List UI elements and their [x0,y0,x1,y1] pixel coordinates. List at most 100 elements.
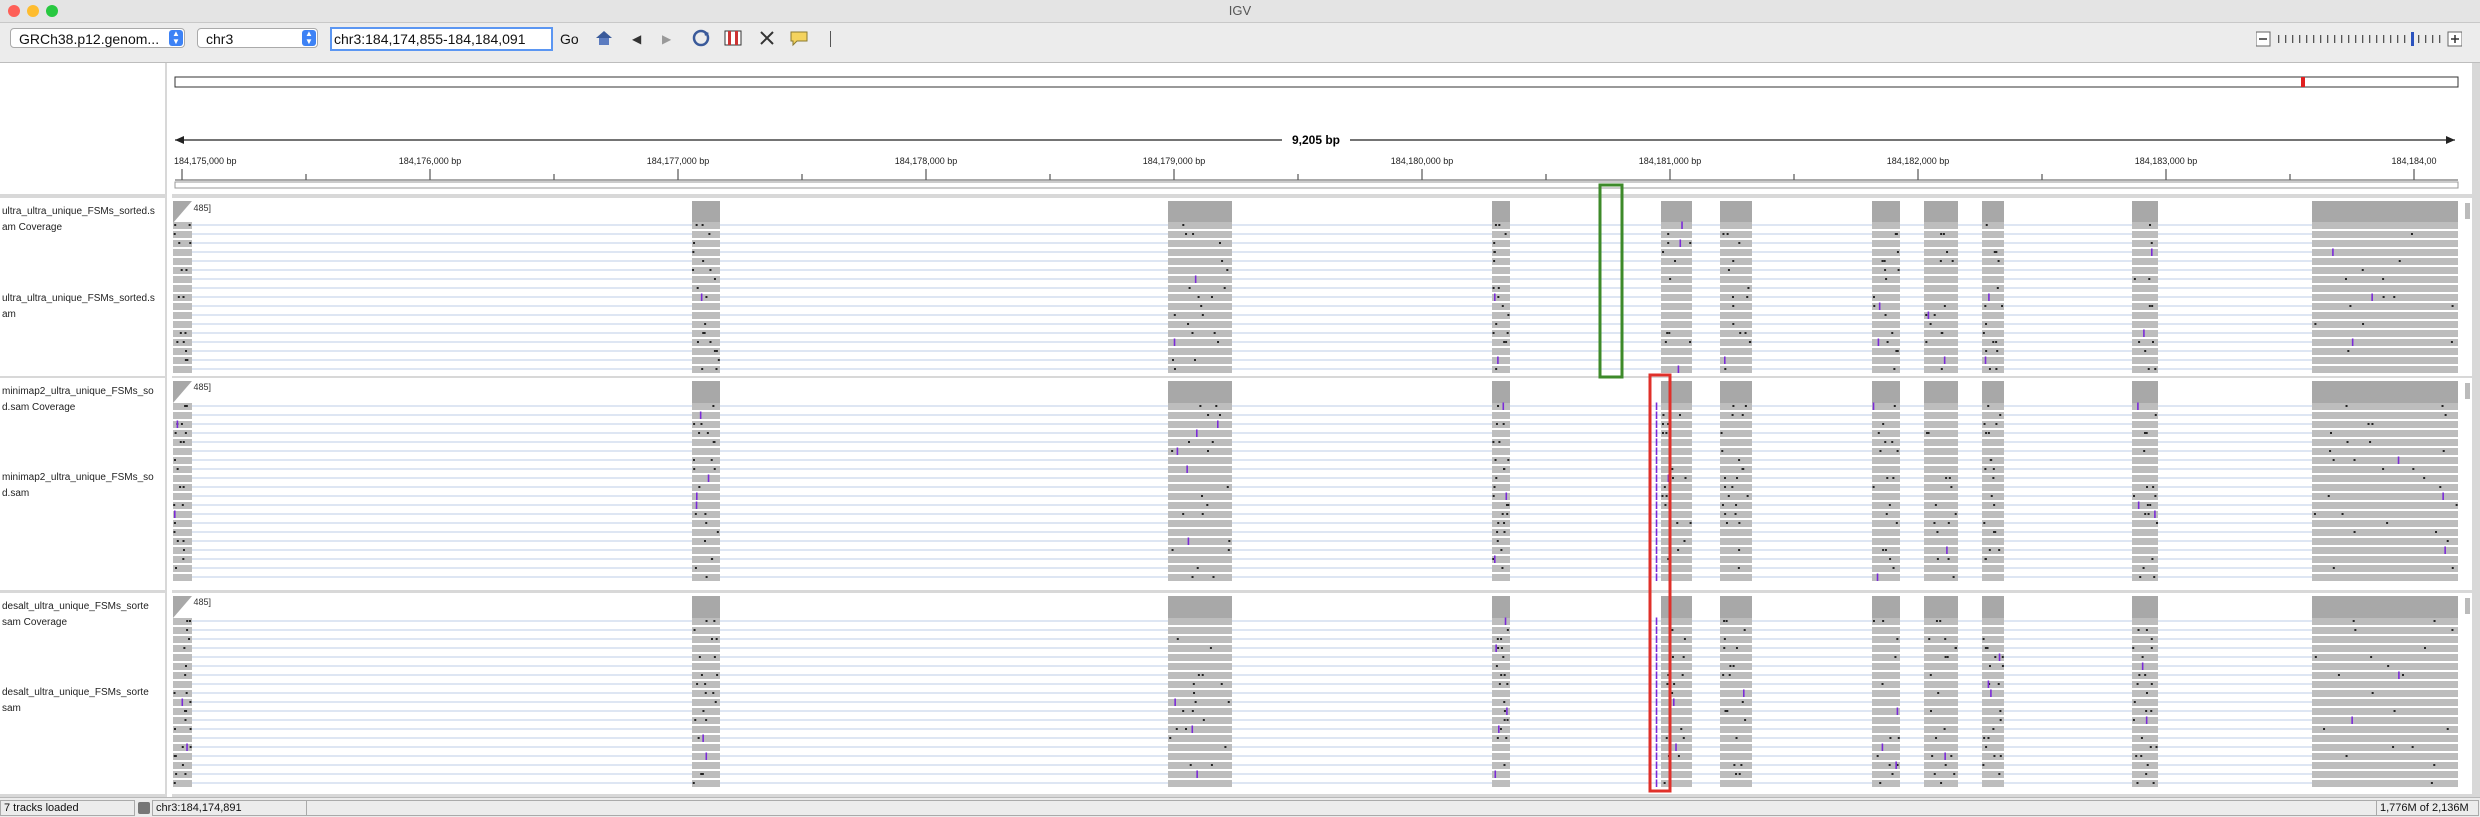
forward-arrow-icon[interactable]: ▶ [662,32,671,46]
read-block [1872,753,1900,760]
mismatch-mark [1723,647,1726,649]
read-block [1492,690,1510,697]
mismatch-mark [2347,350,2350,352]
mismatch-mark [1985,350,1988,352]
mismatch-mark [1501,567,1504,569]
genome-dropdown[interactable]: GRCh38.p12.genom... ▲ ▼ [10,28,185,48]
read-block [1872,222,1900,229]
chromosome-ideogram[interactable] [174,76,2459,88]
read-block [1661,547,1692,554]
read-block [1168,627,1232,634]
read-block [2312,627,2458,634]
mismatch-mark [176,540,179,542]
mismatch-mark [1682,656,1685,658]
read-block [2312,339,2458,346]
track2-alignment-name[interactable]: minimap2_ultra_unique_FSMs_so d.sam [2,470,162,502]
read-block [1872,627,1900,634]
insertion-mark: I [1495,643,1498,655]
mismatch-mark [2147,513,2150,515]
read-block [1492,780,1510,787]
read-block [1720,762,1752,769]
mismatch-mark [2141,656,2144,658]
mismatch-mark [1746,495,1749,497]
read-block [1661,771,1692,778]
read-block [173,330,192,337]
mismatch-mark [1503,719,1506,721]
mismatch-mark [1731,296,1734,298]
track3-alignment-name[interactable]: desalt_ultra_unique_FSMs_sorte sam [2,685,162,717]
read-block [1661,439,1692,446]
refresh-icon[interactable] [691,29,711,52]
mismatch-mark [1945,477,1948,479]
read-block [1872,457,1900,464]
mismatch-mark [1733,764,1736,766]
track2-coverage-name[interactable]: minimap2_ultra_unique_FSMs_so d.sam Cover… [2,384,162,416]
mismatch-mark [2446,728,2449,730]
mismatch-mark [1985,432,1988,434]
zoom-tick [2376,35,2378,43]
zoom-control[interactable] [2255,30,2463,48]
mismatch-mark [2382,296,2385,298]
insertion-mark: I [1878,301,1881,313]
mismatch-mark [1724,710,1727,712]
mismatch-mark [2138,341,2141,343]
mismatch-mark [175,567,178,569]
mismatch-mark [176,341,179,343]
read-block [2312,466,2458,473]
track1-name-panel: ultra_ultra_unique_FSMs_sorted.s am Cover… [0,198,165,376]
read-block [2312,348,2458,355]
read-block [1492,565,1510,572]
mismatch-mark [1211,441,1214,443]
genome-data-view[interactable]: 9,205 bp 184,175,000 bp 184,176,000 bp 184… [172,63,2472,797]
mismatch-mark [2155,522,2158,524]
mismatch-mark [1738,242,1741,244]
chromosome-dropdown[interactable]: chr3 ▲ ▼ [197,28,318,48]
read-block [2132,466,2158,473]
read-block [2312,654,2458,661]
mismatch-mark [183,647,186,649]
region-of-interest-icon[interactable] [724,29,742,52]
mismatch-mark [1496,531,1499,533]
home-icon[interactable] [594,29,614,52]
track1-scrollbar[interactable] [2465,203,2470,219]
fit-window-icon[interactable] [758,29,776,52]
locus-search-input[interactable]: chr3:184,174,855-184,184,091 [330,27,553,51]
read-block [1492,421,1510,428]
mismatch-mark [1227,701,1230,703]
mismatch-mark [1506,629,1509,631]
insertion-mark: I [2153,509,2156,521]
mismatch-mark [2354,629,2357,631]
popup-info-icon[interactable] [789,29,809,52]
mismatch-mark [1983,737,1986,739]
mismatch-mark [709,341,712,343]
mismatch-mark [1664,341,1667,343]
read-block [1982,771,2004,778]
mismatch-mark [174,432,177,434]
insertion-mark: I [1187,536,1190,548]
go-button[interactable]: Go [560,31,579,47]
mismatch-mark [2148,305,2151,307]
track1-alignment-name[interactable]: ultra_ultra_unique_FSMs_sorted.s am [2,291,162,323]
track3-scrollbar[interactable] [2465,598,2470,614]
read-block [1661,636,1692,643]
read-block [1661,753,1692,760]
coverage-bar [1982,201,2004,223]
track3-coverage-name[interactable]: desalt_ultra_unique_FSMs_sorte sam Covera… [2,599,162,631]
read-block [1982,439,2004,446]
read-block [1720,267,1752,274]
mismatch-mark [180,423,183,425]
insertion-mark: I [2141,661,2144,673]
read-block [1982,529,2004,536]
mismatch-mark [1663,486,1666,488]
zoom-tick [2313,35,2315,43]
memory-status[interactable]: 1,776M of 2,136M [2376,800,2479,816]
read-block [1720,753,1752,760]
track1-coverage-name[interactable]: ultra_ultra_unique_FSMs_sorted.s am Cover… [2,204,162,236]
track2-scrollbar[interactable] [2465,383,2470,399]
read-block [1661,627,1692,634]
mismatch-mark [1227,549,1230,551]
mismatch-mark [1744,405,1747,407]
read-block [1872,717,1900,724]
read-block [1661,726,1692,733]
back-arrow-icon[interactable]: ◀ [632,32,641,46]
